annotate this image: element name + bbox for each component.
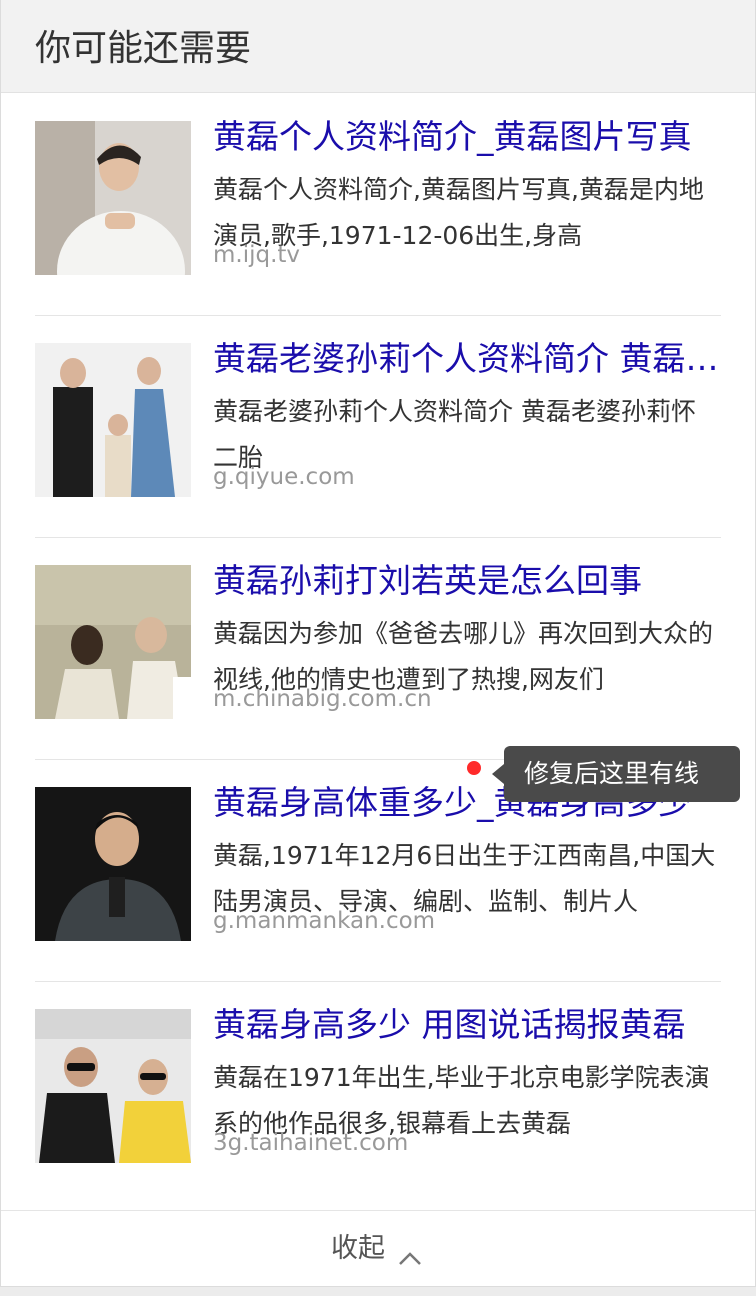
tooltip-arrow [492, 764, 504, 784]
result-title[interactable]: 黄磊个人资料简介_黄磊图片写真 [213, 115, 719, 159]
result-item[interactable]: 黄磊个人资料简介_黄磊图片写真 黄磊个人资料简介,黄磊图片写真,黄磊是内地演员,… [35, 93, 721, 316]
annotation-tooltip: 修复后这里有线 [492, 746, 740, 802]
result-item[interactable]: 黄磊老婆孙莉个人资料简介 黄磊老婆孙莉怀二胎 黄磊老婆孙莉个人资料简介 黄磊老婆… [35, 315, 721, 538]
recommendation-card: 你可能还需要 黄磊个人资料简介_黄磊图片写真 黄磊个人资料简介,黄磊图片写真,黄… [0, 0, 756, 1287]
result-item[interactable]: 黄磊身高多少 用图说话揭报黄磊 黄磊在1971年出生,毕业于北京电影学院表演系的… [35, 981, 721, 1203]
result-title[interactable]: 黄磊孙莉打刘若英是怎么回事 [213, 559, 719, 603]
result-thumbnail[interactable] [35, 787, 191, 941]
duo-photo [35, 1009, 191, 1163]
collapse-label: 收起 [331, 1233, 385, 1264]
result-source: 3g.taihainet.com [213, 1130, 409, 1156]
chevron-up-icon [395, 1240, 425, 1265]
result-thumbnail[interactable] [35, 121, 191, 275]
annotation-dot [467, 761, 481, 775]
portrait-dark-photo [35, 787, 191, 941]
result-source: m.ijq.tv [213, 242, 301, 268]
tooltip-text: 修复后这里有线 [524, 759, 700, 788]
family-photo [35, 343, 191, 497]
result-title[interactable]: 黄磊老婆孙莉个人资料简介 黄磊老婆孙莉怀二胎 [213, 337, 719, 381]
result-thumbnail[interactable] [35, 343, 191, 497]
result-thumbnail[interactable] [35, 565, 191, 719]
result-title[interactable]: 黄磊身高多少 用图说话揭报黄磊 [213, 1003, 719, 1047]
result-item[interactable]: 黄磊孙莉打刘若英是怎么回事 黄磊因为参加《爸爸去哪儿》再次回到大众的视线,他的情… [35, 537, 721, 760]
collapse-button[interactable]: 收起 [331, 1229, 425, 1269]
card-title: 你可能还需要 [35, 28, 252, 69]
poster-photo [35, 565, 191, 719]
result-source: g.qiyue.com [213, 464, 355, 490]
result-source: g.manmankan.com [213, 908, 436, 934]
card-header: 你可能还需要 [1, 0, 755, 93]
card-footer: 收起 [1, 1210, 755, 1287]
result-source: m.chinabig.com.cn [213, 686, 432, 712]
portrait-photo [35, 121, 191, 275]
result-thumbnail[interactable] [35, 1009, 191, 1163]
